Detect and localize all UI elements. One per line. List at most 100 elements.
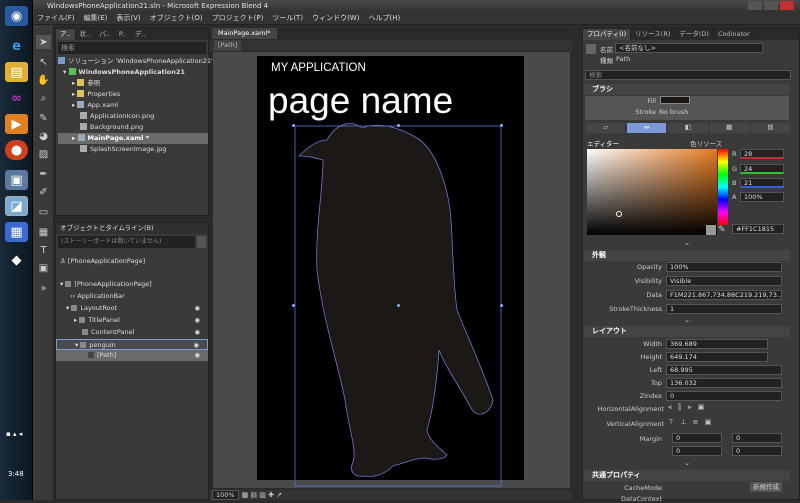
close-button[interactable]	[780, 1, 794, 10]
solid-brush-icon[interactable]: ▬	[627, 123, 667, 133]
properties-search-input[interactable]: 検索	[585, 70, 791, 80]
tree-page[interactable]: ▾ [PhoneApplicationPage]	[56, 279, 208, 290]
tree-titlepanel[interactable]: ▸ TitlePanel ◉	[56, 315, 208, 326]
resize-handle[interactable]	[292, 124, 295, 127]
tab-states[interactable]: 状..	[76, 29, 96, 40]
height-field[interactable]: 649.174	[666, 352, 768, 362]
fill-swatch[interactable]	[660, 96, 690, 104]
tab-parts[interactable]: パ..	[95, 29, 115, 40]
eyedropper-tool-icon[interactable]: ✎	[36, 111, 51, 125]
tree-appbar[interactable]: ‹› ApplicationBar	[56, 291, 208, 302]
center-handle[interactable]	[397, 304, 400, 307]
app-name-text[interactable]: MY APPLICATION	[271, 62, 366, 74]
menu-file[interactable]: ファイル(F)	[37, 12, 75, 24]
tree-references[interactable]: ▸ 参照	[58, 78, 208, 89]
zoom-tool-icon[interactable]: ⌕	[36, 91, 51, 105]
layout-section-header[interactable]: レイアウト	[584, 326, 790, 337]
tab-data[interactable]: データ(D)	[675, 29, 714, 40]
view-toggle-icon[interactable]: ▦ ▤ ▥ ✚ ↗	[242, 491, 282, 499]
horizontal-alignment-icons[interactable]: ⫷ ⫼ ⫸ ▣	[668, 403, 706, 412]
assets-tool-icon[interactable]: »	[36, 281, 51, 295]
textblock-tool-icon[interactable]: T	[36, 243, 51, 257]
eye-icon[interactable]: ◉	[194, 350, 200, 361]
data-field[interactable]: F1M221.867,734.88C219.219,73...	[666, 290, 782, 300]
tab-properties[interactable]: プロパティ(I)	[583, 29, 632, 40]
pan-tool-icon[interactable]: ✋	[36, 73, 51, 87]
tree-solution[interactable]: ソリューション 'WindowsPhoneApplication21'	[58, 56, 213, 67]
tree-app-icon-png[interactable]: ApplicationIcon.png	[58, 111, 208, 122]
tree-properties[interactable]: ▸ Properties	[58, 89, 208, 100]
tree-app-xaml[interactable]: ▸ App.xaml	[58, 100, 208, 111]
gradient-brush-icon[interactable]: ◧	[668, 123, 708, 133]
eyedropper-icon[interactable]: ✎	[718, 225, 726, 235]
chrome-icon[interactable]: ●	[5, 140, 28, 160]
eye-icon[interactable]: ◉	[194, 315, 200, 326]
menu-edit[interactable]: 編集(E)	[84, 12, 108, 24]
common-section-header[interactable]: 共通プロパティ	[584, 470, 790, 481]
rectangle-tool-icon[interactable]: ▭	[36, 205, 51, 219]
storyboard-add-button[interactable]	[197, 236, 206, 248]
eye-icon[interactable]: ◉	[194, 327, 200, 338]
tree-splash-jpg[interactable]: SplashScreenImage.jpg	[58, 144, 208, 155]
app-icon[interactable]: ▣	[5, 170, 28, 190]
stroke-value[interactable]: No brush	[659, 108, 688, 116]
menu-help[interactable]: ヘルプ(H)	[368, 12, 400, 24]
a-field[interactable]: 100%	[740, 192, 784, 202]
g-field[interactable]: 24	[740, 164, 784, 174]
selection-tool-icon[interactable]: ➤	[36, 35, 51, 49]
appearance-section-header[interactable]: 外観	[584, 250, 790, 261]
tab-resources[interactable]: リソース(R)	[631, 29, 676, 40]
tree-penguin[interactable]: ▾ penguin ◉	[56, 339, 208, 350]
color-picker-cursor[interactable]	[616, 211, 622, 217]
tree-contentpanel[interactable]: ContentPanel ◉	[56, 327, 208, 338]
margin-right-field[interactable]: 0	[732, 433, 782, 443]
blend-icon[interactable]: ◪	[5, 196, 28, 216]
hue-slider[interactable]	[718, 149, 728, 225]
brush-section-header[interactable]: ブラシ	[584, 84, 790, 95]
direct-selection-tool-icon[interactable]: ↖	[36, 55, 51, 69]
pen-tool-icon[interactable]: ✒	[36, 167, 51, 181]
menu-object[interactable]: オブジェクト(O)	[150, 12, 203, 24]
tile-brush-icon[interactable]: ▦	[709, 123, 749, 133]
layout-expand-chevron-icon[interactable]: ⌄	[584, 460, 790, 467]
margin-bottom-field[interactable]: 0	[732, 446, 782, 456]
resize-handle[interactable]	[500, 304, 503, 307]
visibility-select[interactable]: Visible	[666, 276, 782, 286]
brush-transform-tool-icon[interactable]: ▨	[36, 147, 51, 161]
storyboard-picker[interactable]: (ストーリーボードは開いていません)	[58, 236, 195, 248]
r-field[interactable]: 28	[740, 149, 784, 159]
width-field[interactable]: 369.689	[666, 339, 768, 349]
menu-view[interactable]: 表示(V)	[116, 12, 140, 24]
menu-tools[interactable]: ツール(T)	[272, 12, 303, 24]
tree-page-root[interactable]: ⚓ [PhoneApplicationPage]	[56, 256, 208, 267]
app3-icon[interactable]: ◆	[5, 250, 28, 270]
zoom-field[interactable]: 100%	[212, 490, 239, 500]
page-name-text[interactable]: page name	[268, 80, 453, 122]
resource-brush-icon[interactable]: ▤	[750, 123, 791, 133]
eye-icon[interactable]: ◉	[194, 303, 200, 314]
tree-mainpage-xaml[interactable]: ▸ MainPage.xaml *	[58, 133, 208, 144]
stroke-thickness-field[interactable]: 1	[666, 304, 782, 314]
tree-background-png[interactable]: Background.png	[58, 122, 208, 133]
color-picker-field[interactable]	[587, 149, 717, 235]
tree-layoutroot[interactable]: ▾ LayoutRoot ◉	[56, 303, 208, 314]
tab-codinator[interactable]: Codinator	[714, 29, 755, 40]
name-field[interactable]: <名前なし>	[615, 43, 763, 53]
tree-path[interactable]: [Path] ◉	[56, 350, 208, 361]
menu-window[interactable]: ウィンドウ(W)	[312, 12, 359, 24]
control-tool-icon[interactable]: ▣	[36, 261, 51, 275]
margin-left-field[interactable]: 0	[672, 433, 722, 443]
vertical-alignment-icons[interactable]: ⊤ ⊥ ≡ ▣	[668, 418, 713, 426]
infinity-icon[interactable]: ∞	[5, 88, 28, 108]
paint-bucket-tool-icon[interactable]: ◕	[36, 129, 51, 143]
resize-handle[interactable]	[292, 304, 295, 307]
opacity-field[interactable]: 100%	[666, 262, 782, 272]
ie-icon[interactable]: e	[5, 36, 28, 56]
menu-project[interactable]: プロジェクト(P)	[212, 12, 264, 24]
tab-assets[interactable]: ア..	[56, 29, 76, 40]
start-orb-icon[interactable]: ◉	[5, 6, 28, 26]
app2-icon[interactable]: ▦	[5, 222, 28, 242]
left-field[interactable]: 68.995	[666, 365, 782, 375]
margin-top-field[interactable]: 0	[672, 446, 722, 456]
b-field[interactable]: 21	[740, 178, 784, 188]
